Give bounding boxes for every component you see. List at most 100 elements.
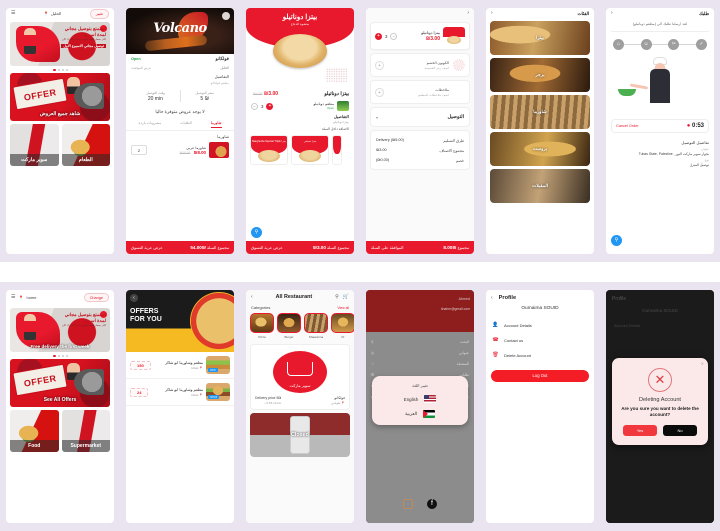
tab-shawarma[interactable]: شاورما (210, 121, 222, 128)
chevron-left-icon[interactable]: ‹ (130, 294, 138, 302)
tab-orders[interactable]: الطلبات (180, 121, 192, 128)
product-restaurant-row[interactable]: مطعم دوناتيلو Open + 3 − (246, 100, 354, 112)
search-icon[interactable]: ⚲ (335, 294, 339, 300)
category-item-broast[interactable]: بروست (490, 132, 590, 166)
view-cart-button[interactable]: عرض عربة التسوق (251, 245, 283, 250)
carousel-dot[interactable] (57, 69, 60, 71)
delivery-method-select[interactable]: التوصيل ▾ (370, 107, 470, 127)
language-option-arabic[interactable]: العربية (378, 410, 462, 418)
category-tile-food[interactable]: Food (10, 410, 59, 452)
drawer-item-address[interactable]: عنواني ◎ (371, 347, 469, 358)
chevron-down-icon[interactable]: ▾ (376, 115, 378, 120)
category-item-pizza[interactable]: بيتزا (490, 21, 590, 55)
coupon-card[interactable]: الكوبون الخصم اضف رمز القسيمة + (370, 53, 470, 77)
see-all-offers-label[interactable]: شاهد جميع العروض (10, 111, 110, 117)
restaurant-card[interactable]: سوبر ماركت Delivery price 5₪ • 0.54.13 k… (250, 343, 350, 410)
cart-footer-bar[interactable]: مجموع السلة ₪54.00 عرض عربة التسوق (126, 241, 234, 254)
carousel-dot[interactable] (57, 355, 60, 357)
promo-banner-delivery[interactable]: استمتع بتوصيل مجاني لمدة اسبوع اكثر بسعا… (10, 22, 110, 66)
language-option-english[interactable]: English (378, 395, 462, 403)
promo-banner-offers[interactable]: OFFER شاهد جميع العروض (10, 73, 110, 121)
see-all-offers-label[interactable]: See All Offers (10, 397, 110, 403)
category-pill-list[interactable]: Pizza Burger Shawarma Pr (246, 311, 354, 341)
facebook-icon[interactable]: f (427, 499, 437, 509)
chevron-right-icon[interactable]: › (467, 11, 469, 16)
carousel-dots[interactable] (6, 69, 114, 71)
carousel-dot[interactable] (52, 69, 56, 71)
profile-item-account-details[interactable]: 👤 Account Details (486, 318, 594, 333)
promo-banner-delivery[interactable]: استمتع بتوصيل مجاني لمدة اسبوع اكثر بسعا… (10, 308, 110, 352)
category-pill-shawarma[interactable]: Shawarma (304, 313, 328, 339)
carousel-dot[interactable] (61, 69, 64, 71)
increase-quantity-button[interactable]: + (375, 32, 382, 40)
category-pill-more[interactable]: Pr (331, 313, 354, 339)
cart-item-row[interactable]: بيتزا دوناتيلو ₪3.00 − 3 + (370, 22, 470, 50)
menu-tabs[interactable]: شاورما الطلبات مشروبات باردة (126, 119, 234, 131)
restaurant-card-closed[interactable]: Closed (250, 412, 350, 457)
category-tile-supermarket[interactable]: سوبر ماركت (10, 124, 59, 166)
search-fab-icon[interactable]: ⚲ (251, 227, 262, 238)
carousel-dots[interactable] (6, 355, 114, 357)
drawer-item-search[interactable]: البحث ⚲ (371, 336, 469, 347)
category-item-burger[interactable]: برجر (490, 58, 590, 92)
decrease-quantity-button[interactable]: − (251, 102, 258, 110)
cart-icon[interactable]: 🛒 (343, 294, 349, 300)
cancel-order-box[interactable]: Cancel Order ● 0:53 (611, 118, 709, 133)
instagram-icon[interactable] (403, 499, 413, 509)
carousel-dot[interactable] (61, 355, 64, 357)
quantity-stepper[interactable]: 2 (131, 145, 147, 155)
change-location-button[interactable]: تغيير (89, 8, 109, 19)
hours-link[interactable]: عرض المواقيت (131, 66, 151, 70)
carousel-dot[interactable] (65, 69, 68, 71)
category-tile-food[interactable]: الطعام (61, 124, 110, 166)
hamburger-icon[interactable]: ☰ (11, 11, 15, 16)
tab-cold-drinks[interactable]: مشروبات باردة (139, 121, 162, 128)
category-pill-burger[interactable]: Burger (277, 313, 301, 339)
change-location-button[interactable]: Change (83, 293, 109, 302)
confirm-yes-button[interactable]: Yes (623, 425, 657, 437)
related-products[interactable]: بيتزا Margherita Special Triple بيتزا شي… (246, 133, 354, 167)
profile-item-contact-us[interactable]: ☎ Contact us (486, 333, 594, 348)
categories-header: Categories View all (246, 304, 354, 311)
hamburger-icon[interactable]: ☰ (11, 295, 15, 300)
profile-item-delete-account[interactable]: 🗑 Delete Account (486, 348, 594, 363)
confirm-cart-button[interactable]: الموافقة على السلة (371, 245, 404, 250)
cart-logo-icon (287, 362, 313, 377)
offer-row[interactable]: 24 Off مطعم وشاورما ابو شاكر 📍 tubas 24 (126, 379, 234, 406)
promo-banner-offers[interactable]: OFFER See All Offers (10, 359, 110, 407)
chevron-right-icon[interactable]: › (611, 11, 613, 16)
carousel-dot[interactable] (65, 355, 68, 357)
menu-item-row[interactable]: شاورما عربي ₪8.00 ₪10.00 2 (126, 140, 234, 160)
add-coupon-button[interactable]: + (375, 60, 384, 70)
view-all-link[interactable]: View all (337, 306, 349, 310)
offer-row[interactable]: 5 Off مطعم وشاورما ابو شاكر 📍 tubas 150 (126, 352, 234, 379)
carousel-dot[interactable] (52, 355, 56, 357)
notes-card[interactable]: ملاحظات اضف ملاحظات للمطعم + (370, 80, 470, 104)
drawer-item-favorites[interactable]: المفضلة ♡ (371, 358, 469, 369)
chevron-left-icon[interactable]: ‹ (491, 295, 493, 301)
related-product-card[interactable]: بيتزا Margherita Special Triple (250, 135, 288, 165)
drawer-social-links[interactable]: f (366, 499, 474, 509)
category-item-appetizers[interactable]: المقبلات (490, 169, 590, 203)
category-pill-pizza[interactable]: Pizza (250, 313, 274, 339)
cancel-order-button[interactable]: Cancel Order (616, 124, 639, 128)
related-product-card[interactable] (332, 135, 342, 165)
chevron-right-icon[interactable]: › (491, 11, 493, 16)
close-icon[interactable]: ✕ (701, 361, 704, 366)
quantity-stepper[interactable]: − 3 + (375, 32, 398, 40)
confirm-no-button[interactable]: No (663, 425, 697, 437)
quantity-stepper[interactable]: + 3 − (251, 102, 274, 110)
category-tile-supermarket[interactable]: Supermarket (61, 410, 110, 452)
category-item-shawarma[interactable]: شاورما (490, 95, 590, 129)
decrease-quantity-button[interactable]: − (390, 32, 398, 40)
increase-quantity-button[interactable]: + (266, 102, 274, 110)
related-product-card[interactable]: بيتزا شيشي (291, 135, 329, 165)
cart-footer-bar[interactable]: مجموع السلة 3.00₪ عرض عربة التسوق (246, 241, 354, 254)
logout-button[interactable]: Log Out (491, 370, 589, 382)
search-fab-icon[interactable]: ⚲ (611, 235, 622, 246)
view-cart-button[interactable]: عرض عربة التسوق (131, 245, 163, 250)
avatar[interactable] (222, 12, 230, 20)
chevron-left-icon[interactable]: ‹ (251, 294, 253, 300)
checkout-footer-bar[interactable]: مجموع ₪8.00 الموافقة على السلة (366, 241, 474, 254)
add-note-button[interactable]: + (375, 87, 384, 97)
